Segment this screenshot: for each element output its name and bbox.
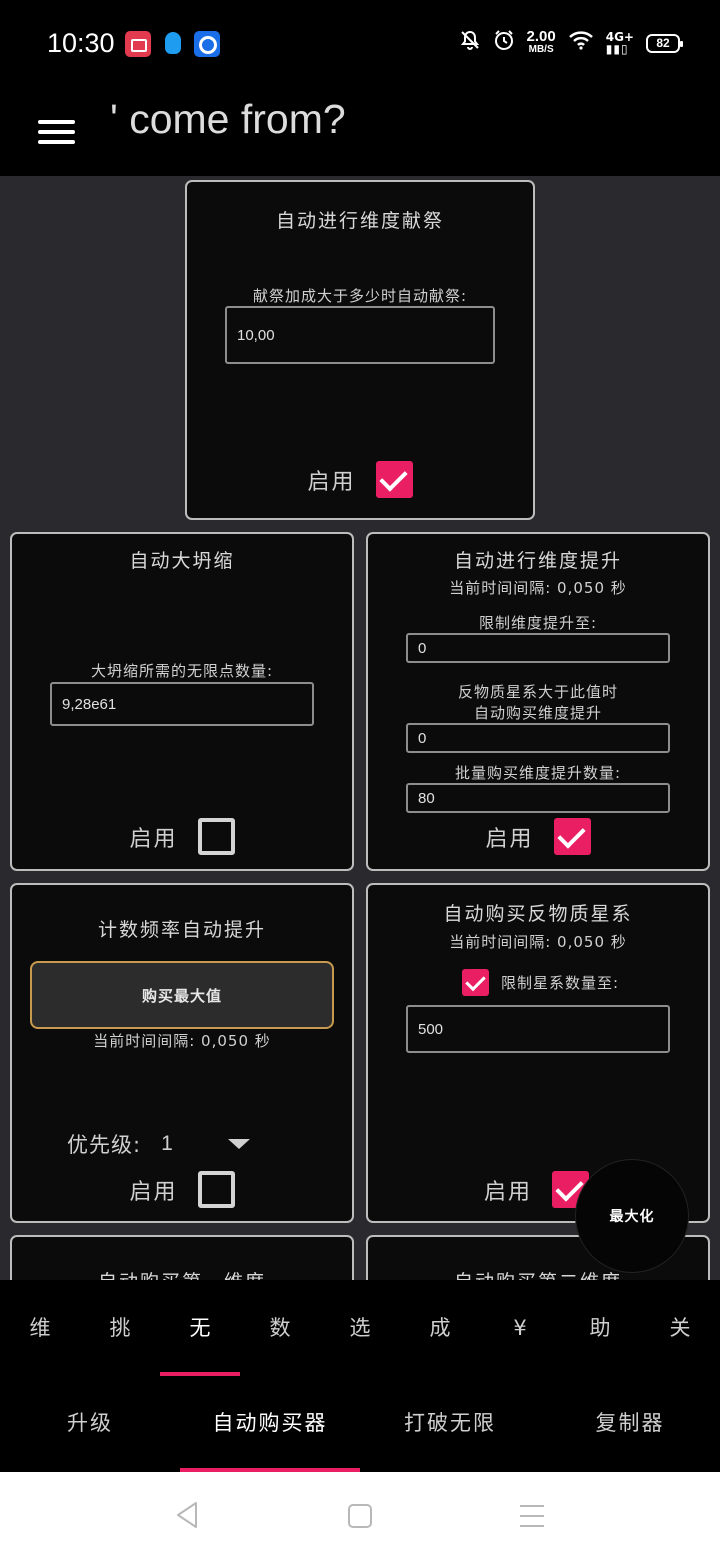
enable-checkbox-dim-boost[interactable] — [553, 818, 591, 855]
status-time: 10:30 — [47, 28, 115, 58]
tab-statistics[interactable]: 数 — [240, 1280, 320, 1376]
sacrifice-threshold-label: 献祭加成大于多少时自动献祭: — [252, 287, 468, 305]
dim-boost-limit-label: 限制维度提升至: — [478, 614, 598, 632]
galaxy-limit-checkbox[interactable] — [462, 969, 489, 996]
card-auto-sacrifice: 自动进行维度献祭 献祭加成大于多少时自动献祭: 10,00 启用 — [185, 180, 535, 520]
card-auto-big-crunch: 自动大坍缩 大坍缩所需的无限点数量: 9,28e61 启用 — [10, 532, 354, 871]
dim-boost-limit-input[interactable]: 0 — [406, 633, 670, 663]
autobuyer-content[interactable]: 自动进行维度献祭 献祭加成大于多少时自动献祭: 10,00 启用 自动大坍缩 大… — [0, 176, 720, 1280]
home-icon[interactable] — [348, 1504, 372, 1528]
enable-checkbox-sacrifice[interactable] — [375, 461, 413, 498]
subtab-break-infinity[interactable]: 打破无限 — [360, 1376, 540, 1472]
back-icon[interactable] — [174, 1500, 200, 1534]
tab-dimensions[interactable]: 维 — [0, 1280, 80, 1376]
card-title: 自动购买第一维度 — [12, 1267, 352, 1280]
card-auto-dim-boost: 自动进行维度提升 当前时间间隔: 0,050 秒 限制维度提升至: 0 反物质星… — [366, 532, 710, 871]
tab-help[interactable]: 助 — [560, 1280, 640, 1376]
screen-recorder-icon — [125, 31, 151, 57]
big-crunch-ip-label: 大坍缩所需的无限点数量: — [90, 662, 274, 680]
dim-boost-interval: 当前时间间隔: 0,050 秒 — [449, 579, 627, 597]
tab-shop[interactable]: ¥ — [480, 1280, 560, 1376]
sub-tab-bar: 升级 自动购买器 打破无限 复制器 — [0, 1376, 720, 1472]
subtab-replicanti[interactable]: 复制器 — [540, 1376, 720, 1472]
chevron-down-icon[interactable] — [227, 1139, 250, 1149]
card-title: 自动购买反物质星系 — [443, 903, 633, 925]
main-tab-bar: 维 挑 无 数 选 成 ¥ 助 关 — [0, 1280, 720, 1376]
system-nav-bar — [0, 1472, 720, 1560]
subtab-upgrades[interactable]: 升级 — [0, 1376, 180, 1472]
network-speed-unit: MB/S — [528, 44, 554, 55]
sacrifice-threshold-input[interactable]: 10,00 — [225, 306, 495, 364]
enable-row: 启用 — [484, 1171, 590, 1208]
enable-label: 启用 — [129, 826, 178, 852]
status-icons: 2.00 MB/S 4G+ ▮▮▯ 82 — [459, 26, 683, 60]
enable-row: 启用 — [12, 818, 352, 855]
card-auto-tickspeed: 计数频率自动提升 购买最大值 当前时间间隔: 0,050 秒 优先级: 1 启用 — [10, 883, 354, 1223]
card-title: 计数频率自动提升 — [97, 919, 266, 941]
enable-row: 启用 — [187, 461, 533, 498]
app-title: ' come from? — [110, 96, 346, 142]
enable-label: 启用 — [307, 469, 356, 495]
enable-row: 启用 — [12, 1171, 352, 1208]
tickspeed-interval: 当前时间间隔: 0,050 秒 — [93, 1032, 271, 1050]
galaxy-limit-input[interactable]: 500 — [406, 1005, 670, 1053]
enable-checkbox-tickspeed[interactable] — [197, 1171, 235, 1208]
card-title: 自动大坍缩 — [129, 550, 235, 572]
tab-challenges[interactable]: 挑 — [80, 1280, 160, 1376]
priority-label: 优先级: — [67, 1133, 142, 1157]
priority-value[interactable]: 1 — [161, 1132, 174, 1156]
recents-icon[interactable] — [520, 1505, 544, 1527]
bulk-boost-label: 批量购买维度提升数量: — [454, 764, 622, 782]
tab-infinity[interactable]: 无 — [160, 1280, 240, 1376]
tab-about[interactable]: 关 — [640, 1280, 720, 1376]
wifi-icon — [568, 29, 594, 57]
enable-row: 启用 — [368, 818, 708, 855]
card-auto-dim-1: 自动购买第一维度 — [10, 1235, 354, 1280]
buy-max-button[interactable]: 购买最大值 — [30, 961, 334, 1029]
card-title: 自动进行维度献祭 — [275, 210, 444, 232]
galaxy-limit-label: 限制星系数量至: — [501, 974, 620, 992]
card-title: 自动购买第二维度 — [368, 1267, 708, 1280]
priority-row: 优先级: 1 — [67, 1129, 250, 1159]
alarm-icon — [493, 29, 515, 57]
browser-icon — [194, 31, 220, 57]
enable-label: 启用 — [484, 1179, 533, 1205]
card-title: 自动进行维度提升 — [453, 550, 622, 572]
battery-icon: 82 — [646, 33, 683, 53]
galaxy-threshold-label-2: 自动购买维度提升 — [473, 704, 602, 722]
bulk-boost-input[interactable]: 80 — [406, 783, 670, 813]
app-bar: ' come from? — [0, 88, 720, 176]
galaxy-threshold-label-1: 反物质星系大于此值时 — [457, 683, 618, 701]
mute-bell-icon — [459, 29, 481, 57]
tab-options[interactable]: 选 — [320, 1280, 400, 1376]
signal-icon: 4G+ ▮▮▯ — [605, 30, 634, 56]
galaxy-limit-row: 限制星系数量至: — [462, 969, 619, 996]
hamburger-menu-icon[interactable] — [30, 108, 82, 156]
subtab-autobuyers[interactable]: 自动购买器 — [180, 1376, 360, 1472]
maximize-fab-button[interactable]: 最大化 — [576, 1160, 688, 1272]
enable-checkbox-big-crunch[interactable] — [197, 818, 235, 855]
galaxy-threshold-input[interactable]: 0 — [406, 723, 670, 753]
status-bar: 10:30 2.00 MB/S 4G+ ▮▮▯ 82 — [0, 0, 720, 88]
tab-achievements[interactable]: 成 — [400, 1280, 480, 1376]
network-speed: 2.00 MB/S — [527, 29, 556, 56]
qq-icon — [160, 31, 186, 57]
enable-label: 启用 — [129, 1179, 178, 1205]
galaxy-interval: 当前时间间隔: 0,050 秒 — [449, 933, 627, 951]
enable-label: 启用 — [485, 826, 534, 852]
big-crunch-ip-input[interactable]: 9,28e61 — [50, 682, 314, 726]
